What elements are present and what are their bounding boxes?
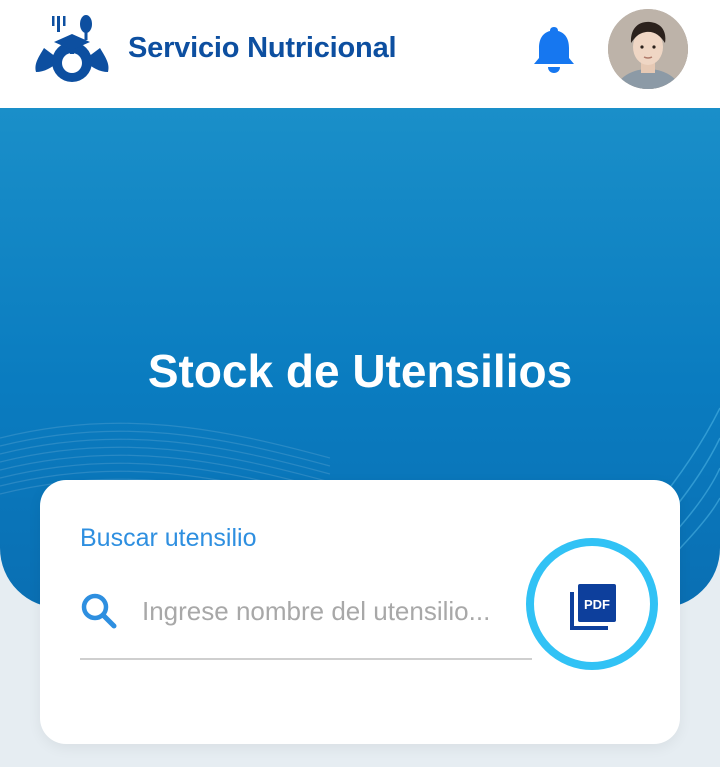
pdf-icon-text: PDF	[584, 597, 610, 612]
pdf-icon: PDF	[568, 582, 618, 632]
app-header: Servicio Nutricional	[0, 0, 720, 108]
search-input[interactable]	[140, 590, 534, 632]
search-card: Buscar utensilio PDF	[40, 480, 680, 744]
user-avatar[interactable]	[608, 9, 688, 89]
pdf-export-button[interactable]: PDF	[526, 538, 658, 670]
search-icon[interactable]	[80, 592, 118, 630]
search-label: Buscar utensilio	[80, 524, 257, 552]
bell-icon[interactable]	[530, 24, 578, 74]
app-title: Servicio Nutricional	[128, 32, 397, 64]
search-underline	[80, 658, 532, 660]
app-logo-icon	[30, 12, 114, 86]
page-title: Stock de Utensilios	[147, 345, 573, 397]
